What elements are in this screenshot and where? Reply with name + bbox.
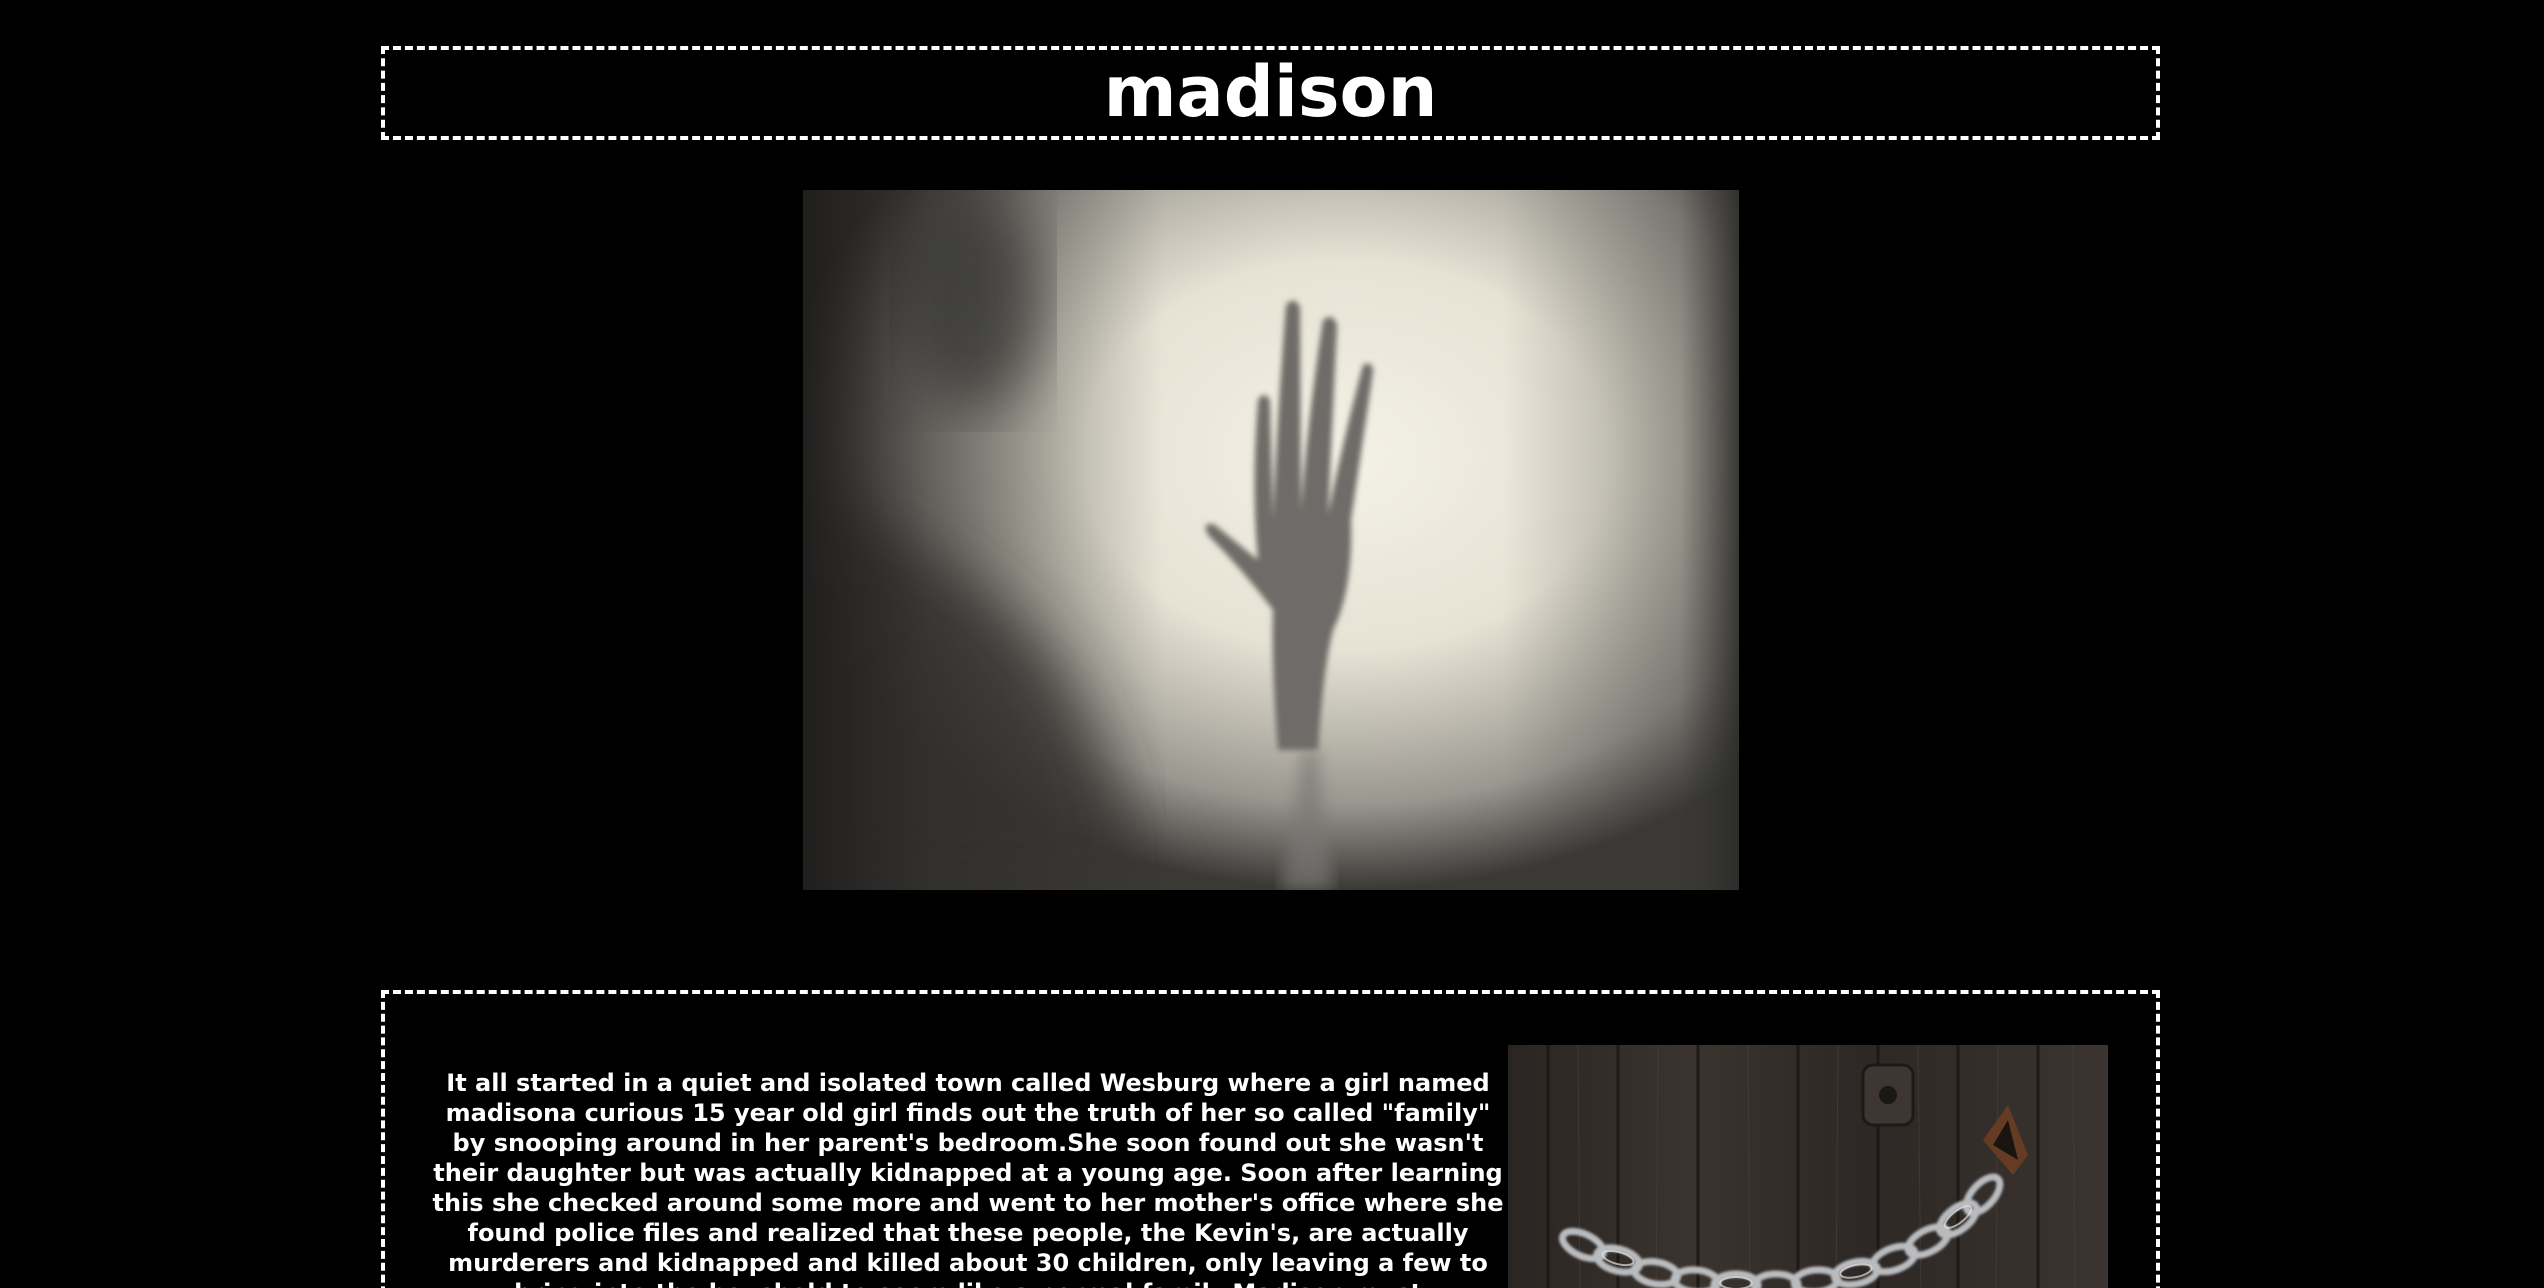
page-title: madison — [1103, 51, 1438, 133]
chained-door-icon — [1508, 1045, 2108, 1288]
chained-door-image — [1508, 1045, 2108, 1288]
hero-image — [803, 190, 1739, 890]
page: madison It all started in a quiet and is… — [0, 0, 2544, 1288]
hand-behind-glass-image — [803, 190, 1739, 890]
title-banner: madison — [381, 46, 2160, 140]
story-paragraph: It all started in a quiet and isolated t… — [432, 1069, 1504, 1288]
